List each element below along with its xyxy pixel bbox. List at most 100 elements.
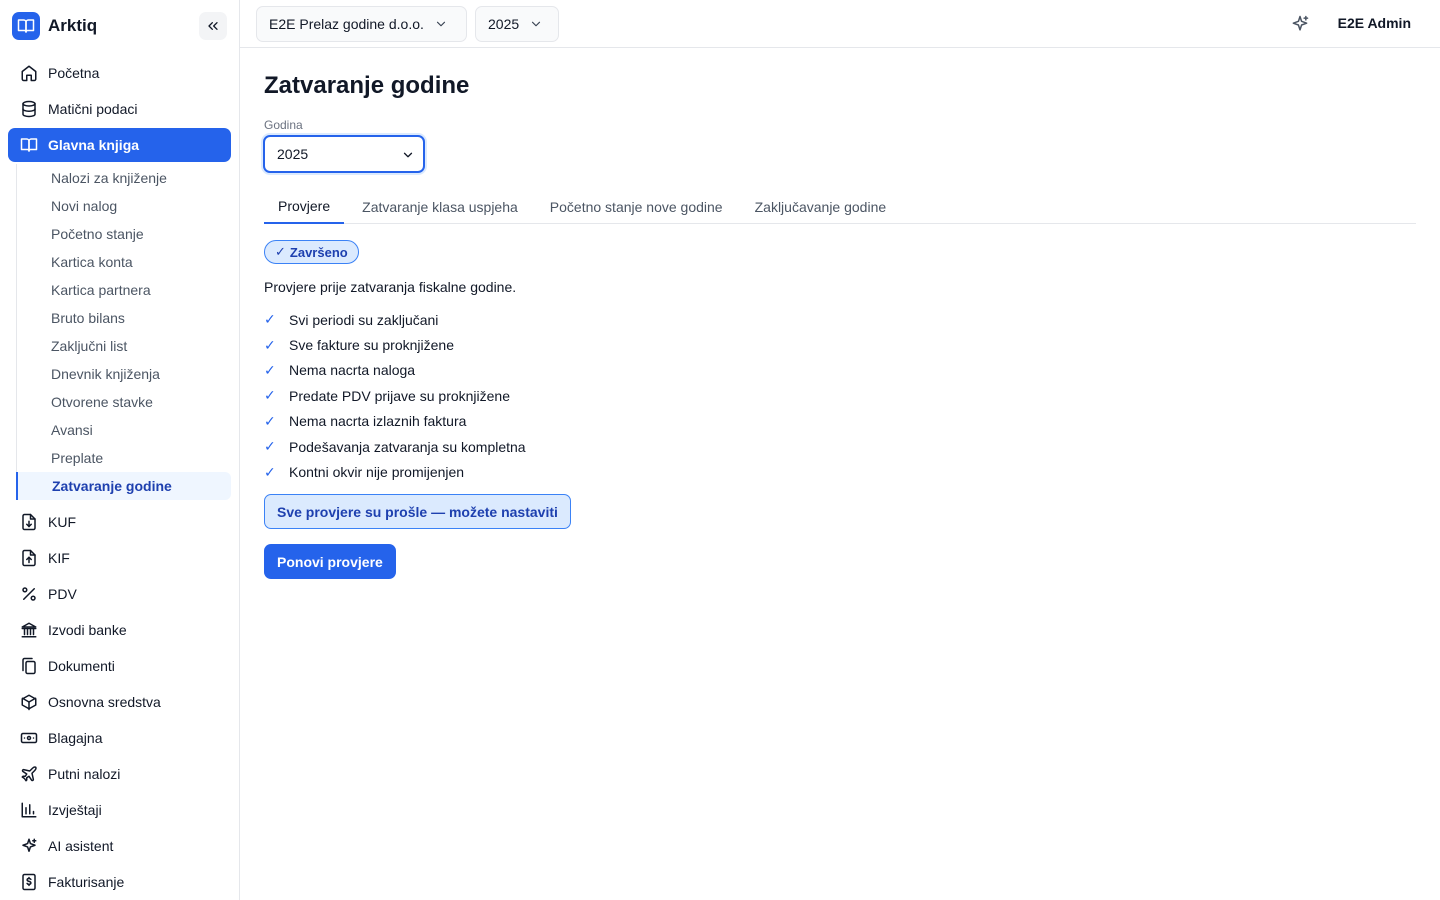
sidebar-subnav: Nalozi za knjiženje Novi nalog Početno s… — [16, 164, 231, 500]
sidebar-item-label: AI asistent — [48, 838, 114, 854]
documents-icon — [20, 657, 38, 675]
box-icon — [20, 693, 38, 711]
sidebar-item-label: Glavna knjiga — [48, 137, 140, 153]
check-icon: ✓ — [264, 463, 276, 480]
sidebar-item-blagajna[interactable]: Blagajna — [8, 721, 231, 755]
tab-zakljucavanje-godine[interactable]: Zaključavanje godine — [741, 190, 901, 224]
ai-assistant-button[interactable] — [1288, 12, 1312, 36]
sidebar-subitem-bruto-bilans[interactable]: Bruto bilans — [17, 304, 231, 332]
sparkles-icon — [20, 837, 38, 855]
check-label: Kontni okvir nije promijenjen — [289, 464, 465, 481]
sidebar-subitem-nalozi[interactable]: Nalozi za knjiženje — [17, 164, 231, 192]
company-select-value: E2E Prelaz godine d.o.o. — [269, 16, 424, 32]
book-icon — [20, 136, 38, 154]
success-message: Sve provjere su prošle — možete nastavit… — [264, 494, 571, 529]
brand[interactable]: Arktiq — [12, 12, 97, 40]
list-item: ✓ Podešavanja zatvaranja su kompletna — [264, 434, 526, 459]
cash-icon — [20, 729, 38, 747]
sidebar-item-label: Fakturisanje — [48, 874, 125, 890]
tabs: Provjere Zatvaranje klasa uspjeha Početn… — [264, 190, 1416, 224]
sidebar-item-izvodi-banke[interactable]: Izvodi banke — [8, 613, 231, 647]
company-select[interactable]: E2E Prelaz godine d.o.o. — [256, 6, 467, 42]
file-download-icon — [20, 513, 38, 531]
chevron-down-icon — [401, 148, 415, 162]
status-badge-label: Završeno — [289, 244, 348, 260]
check-label: Svi periodi su zaključani — [289, 311, 439, 328]
check-icon: ✓ — [264, 311, 276, 328]
sparkles-icon — [1292, 15, 1309, 31]
sidebar-subitem-pocetno-stanje[interactable]: Početno stanje — [17, 220, 231, 248]
check-icon: ✓ — [275, 244, 286, 259]
sidebar-item-dokumenti[interactable]: Dokumenti — [8, 649, 231, 683]
file-upload-icon — [20, 549, 38, 567]
list-item: ✓ Nema nacrta izlaznih faktura — [264, 409, 526, 434]
sidebar-item-maticni-podaci[interactable]: Matični podaci — [8, 92, 231, 126]
collapse-sidebar-button[interactable] — [199, 12, 227, 40]
chevron-down-icon — [434, 17, 448, 31]
tab-zatvaranje-klasa-uspjeha[interactable]: Zatvaranje klasa uspjeha — [348, 190, 532, 224]
sidebar-item-osnovna-sredstva[interactable]: Osnovna sredstva — [8, 685, 231, 719]
list-item: ✓ Predate PDV prijave su proknjižene — [264, 383, 526, 408]
sidebar-item-glavna-knjiga[interactable]: Glavna knjiga — [8, 128, 231, 162]
status-badge: ✓ Završeno — [264, 240, 359, 264]
check-icon: ✓ — [264, 361, 276, 378]
page-title: Zatvaranje godine — [264, 72, 470, 99]
sidebar-subitem-kartica-konta[interactable]: Kartica konta — [17, 248, 231, 276]
sidebar-item-izvjestaji[interactable]: Izvještaji — [8, 793, 231, 827]
sidebar-item-label: Blagajna — [48, 730, 103, 746]
sidebar-subitem-novi-nalog[interactable]: Novi nalog — [17, 192, 231, 220]
bank-icon — [20, 621, 38, 639]
sidebar-item-putni-nalozi[interactable]: Putni nalozi — [8, 757, 231, 791]
user-menu[interactable]: E2E Admin — [1338, 15, 1411, 31]
check-icon: ✓ — [264, 336, 276, 353]
list-item: ✓ Nema nacrta naloga — [264, 358, 526, 383]
checks-description: Provjere prije zatvaranja fiskalne godin… — [264, 279, 517, 295]
app-name: Arktiq — [48, 16, 98, 35]
sidebar-subitem-dnevnik[interactable]: Dnevnik knjiženja — [17, 360, 231, 388]
sidebar-item-label: Dokumenti — [48, 658, 115, 674]
sidebar-item-label: Izvodi banke — [48, 622, 127, 638]
list-item: ✓ Kontni okvir nije promijenjen — [264, 459, 526, 484]
retry-checks-button[interactable]: Ponovi provjere — [264, 544, 396, 579]
sidebar-item-ai-asistent[interactable]: AI asistent — [8, 829, 231, 863]
sidebar-item-pocetna[interactable]: Početna — [8, 56, 231, 90]
sidebar-subitem-preplate[interactable]: Preplate — [17, 444, 231, 472]
home-icon — [20, 64, 38, 82]
sidebar-item-label: Putni nalozi — [48, 766, 121, 782]
sidebar-item-pdv[interactable]: PDV — [8, 577, 231, 611]
topbar: E2E Prelaz godine d.o.o. 2025 E2E Admin — [240, 0, 1440, 48]
list-item: ✓ Sve fakture su proknjižene — [264, 332, 526, 357]
check-label: Nema nacrta naloga — [289, 362, 416, 379]
sidebar-item-label: KIF — [48, 550, 70, 566]
sidebar-subitem-otvorene-stavke[interactable]: Otvorene stavke — [17, 388, 231, 416]
sidebar-subitem-avansi[interactable]: Avansi — [17, 416, 231, 444]
check-icon: ✓ — [264, 387, 276, 404]
sidebar-item-label: Početna — [48, 65, 100, 81]
sidebar-item-label: Osnovna sredstva — [48, 694, 161, 710]
tab-provjere[interactable]: Provjere — [264, 190, 345, 224]
chevron-down-icon — [529, 17, 543, 31]
sidebar-subitem-zatvaranje-godine[interactable]: Zatvaranje godine — [16, 472, 231, 500]
tab-pocetno-stanje-nove-godine[interactable]: Početno stanje nove godine — [536, 190, 737, 224]
sidebar-item-label: Matični podaci — [48, 101, 138, 117]
sidebar-item-fakturisanje[interactable]: Fakturisanje — [8, 865, 231, 899]
book-open-icon — [12, 12, 40, 40]
sidebar-subitem-zakljucni-list[interactable]: Zaključni list — [17, 332, 231, 360]
sidebar-subitem-kartica-partnera[interactable]: Kartica partnera — [17, 276, 231, 304]
sidebar-item-kif[interactable]: KIF — [8, 541, 231, 575]
check-icon: ✓ — [264, 438, 276, 455]
sidebar-item-label: Izvještaji — [48, 802, 102, 818]
check-label: Sve fakture su proknjižene — [289, 337, 454, 354]
database-icon — [20, 100, 38, 118]
chevrons-left-icon — [208, 21, 218, 30]
percent-icon — [20, 585, 38, 603]
fiscal-year-value: 2025 — [488, 16, 520, 32]
check-icon: ✓ — [264, 412, 276, 429]
sidebar-item-kuf[interactable]: KUF — [8, 505, 231, 539]
year-field-label: Godina — [264, 118, 303, 132]
check-label: Podešavanja zatvaranja su kompletna — [289, 438, 526, 455]
fiscal-year-select[interactable]: 2025 — [475, 6, 559, 42]
year-select-value: 2025 — [277, 146, 309, 162]
sidebar: Arktiq Početna Matični podaci Glavna knj… — [0, 0, 240, 900]
year-select[interactable]: 2025 — [263, 135, 425, 173]
